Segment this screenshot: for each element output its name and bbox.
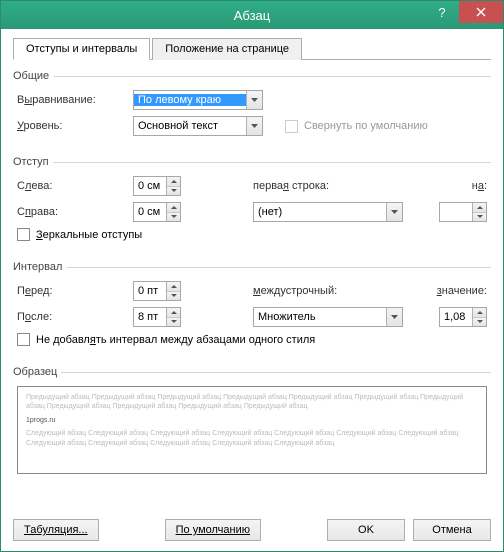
tab-strip: Отступы и интервалы Положение на страниц… xyxy=(13,37,491,60)
checkbox-box xyxy=(285,120,298,133)
spinner-down-icon xyxy=(167,187,180,196)
no-space-same-style-checkbox[interactable]: Не добавлять интервал между абзацами одн… xyxy=(17,333,315,346)
dialog-content: Отступы и интервалы Положение на страниц… xyxy=(1,29,503,551)
checkbox-box xyxy=(17,333,30,346)
line-spacing-label: междустрочный: xyxy=(253,285,373,297)
spinner-down-icon xyxy=(167,318,180,327)
level-select[interactable]: Основной текст xyxy=(133,116,263,136)
first-line-by-label: на: xyxy=(379,180,487,192)
window-title: Абзац xyxy=(234,8,270,23)
tab-indents-spacing[interactable]: Отступы и интервалы xyxy=(13,38,150,60)
indent-right-spinner[interactable]: 0 см xyxy=(133,202,181,222)
spacing-after-spinner[interactable]: 8 пт xyxy=(133,307,181,327)
alignment-select[interactable]: По левому краю xyxy=(133,90,263,110)
group-indent-legend: Отступ xyxy=(13,156,53,168)
tab-line-page-breaks[interactable]: Положение на странице xyxy=(152,38,302,60)
line-spacing-at-label: значение: xyxy=(379,285,487,297)
first-line-select[interactable]: (нет) xyxy=(253,202,403,222)
spinner-down-icon xyxy=(473,213,486,222)
spinner-down-icon xyxy=(473,318,486,327)
spinner-down-icon xyxy=(167,292,180,301)
spinner-up-icon xyxy=(473,308,486,318)
indent-left-label: Слева: xyxy=(17,180,127,192)
line-spacing-at-spinner[interactable]: 1,08 xyxy=(439,307,487,327)
group-preview: Образец Предыдущий абзац Предыдущий абза… xyxy=(13,366,491,474)
preview-prev-paragraphs: Предыдущий абзац Предыдущий абзац Предыд… xyxy=(26,393,478,412)
paragraph-dialog: Абзац ? Отступы и интервалы Положение на… xyxy=(0,0,504,552)
group-spacing-legend: Интервал xyxy=(13,261,66,273)
line-spacing-select[interactable]: Множитель xyxy=(253,307,403,327)
mirror-indents-checkbox[interactable]: Зеркальные отступы xyxy=(17,228,142,241)
group-preview-legend: Образец xyxy=(13,366,61,378)
spinner-down-icon xyxy=(167,213,180,222)
indent-right-label: Справа: xyxy=(17,206,127,218)
chevron-down-icon xyxy=(246,117,262,135)
collapse-by-default-checkbox: Свернуть по умолчанию xyxy=(285,120,428,133)
group-general: Общие Выравнивание: По левому краю Урове… xyxy=(13,70,491,142)
preview-next-paragraphs: Следующий абзац Следующий абзац Следующи… xyxy=(26,429,478,448)
spacing-before-spinner[interactable]: 0 пт xyxy=(133,281,181,301)
close-button[interactable] xyxy=(459,1,503,23)
dialog-footer: Табуляция... По умолчанию OK Отмена xyxy=(13,513,491,541)
cancel-button[interactable]: Отмена xyxy=(413,519,491,541)
first-line-label: первая строка: xyxy=(253,180,373,192)
help-icon: ? xyxy=(438,5,445,20)
chevron-down-icon xyxy=(386,203,402,221)
group-general-legend: Общие xyxy=(13,70,53,82)
close-icon xyxy=(476,7,486,17)
indent-left-spinner[interactable]: 0 см xyxy=(133,176,181,196)
spinner-up-icon xyxy=(167,177,180,187)
spacing-after-label: После: xyxy=(17,311,127,323)
group-spacing: Интервал Перед: 0 пт междустрочный: знач… xyxy=(13,261,491,352)
ok-button[interactable]: OK xyxy=(327,519,405,541)
spacing-before-label: Перед: xyxy=(17,285,127,297)
chevron-down-icon xyxy=(386,308,402,326)
group-indent: Отступ Слева: 0 см первая строка: на: Сп… xyxy=(13,156,491,247)
chevron-down-icon xyxy=(246,91,262,109)
set-default-button[interactable]: По умолчанию xyxy=(165,519,261,541)
preview-box: Предыдущий абзац Предыдущий абзац Предыд… xyxy=(17,386,487,474)
spinner-up-icon xyxy=(473,203,486,213)
spinner-up-icon xyxy=(167,308,180,318)
tabs-button[interactable]: Табуляция... xyxy=(13,519,99,541)
help-button[interactable]: ? xyxy=(425,1,459,23)
preview-sample-text: 1progs.ru xyxy=(26,416,478,425)
level-label: Уровень: xyxy=(17,120,127,132)
first-line-by-spinner[interactable] xyxy=(439,202,487,222)
spinner-up-icon xyxy=(167,203,180,213)
spinner-up-icon xyxy=(167,282,180,292)
alignment-label: Выравнивание: xyxy=(17,94,127,106)
checkbox-box xyxy=(17,228,30,241)
titlebar: Абзац ? xyxy=(1,1,503,29)
